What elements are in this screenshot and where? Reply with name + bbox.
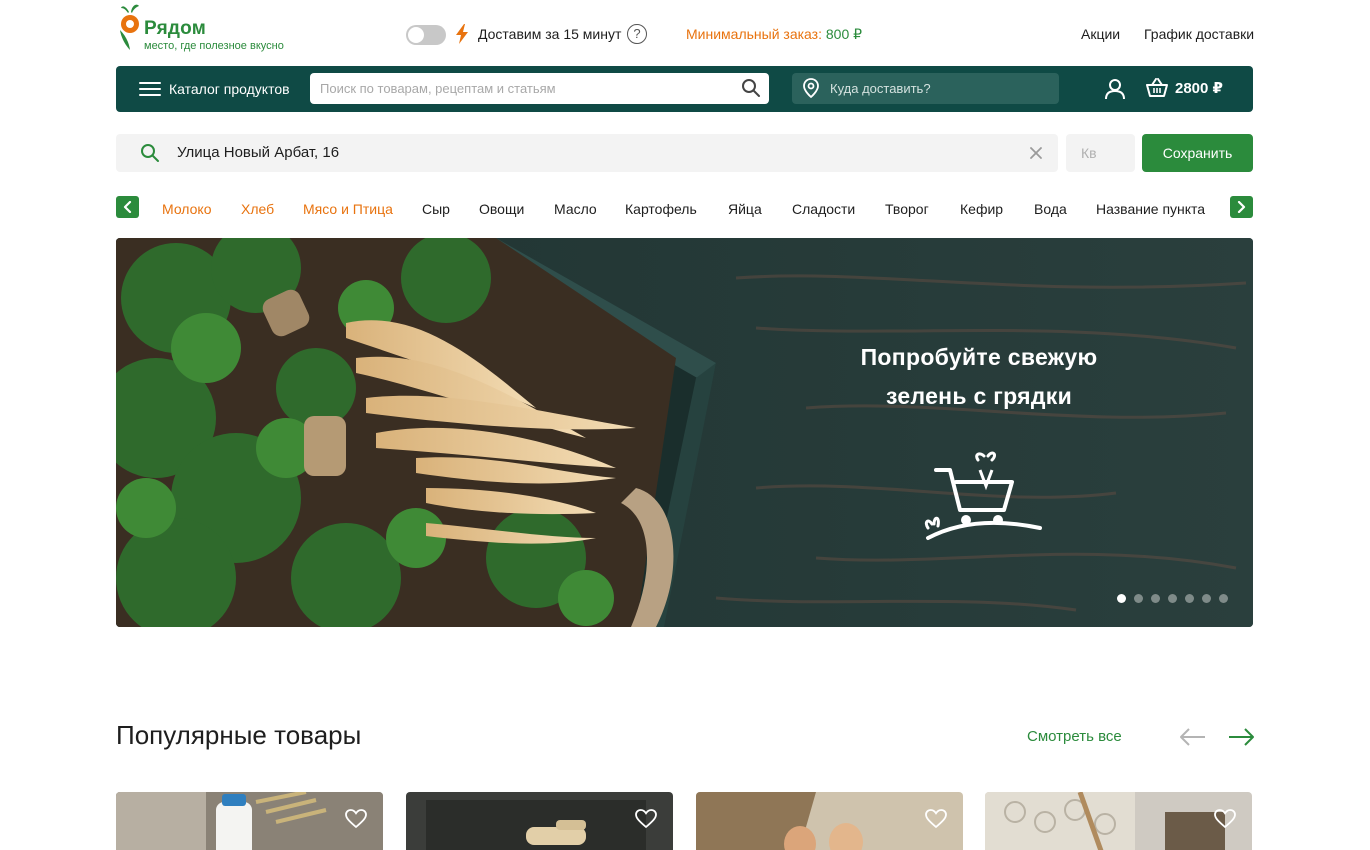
min-order-text: Минимальный заказ: 800 ₽ xyxy=(686,26,862,43)
delivery-address-button[interactable]: Куда доставить? xyxy=(792,73,1059,104)
location-pin-icon xyxy=(803,78,819,98)
delivery-time-text: Доставим за 15 минут xyxy=(478,26,622,42)
slider-dot[interactable] xyxy=(1202,594,1211,603)
categories-next-button[interactable] xyxy=(1230,196,1253,218)
search-box xyxy=(310,73,769,104)
category-item[interactable]: Сладости xyxy=(792,201,855,217)
toggle-knob xyxy=(408,27,424,43)
category-item[interactable]: Творог xyxy=(885,201,929,217)
close-icon[interactable] xyxy=(1028,145,1044,161)
product-card[interactable] xyxy=(406,792,673,850)
street-address-value[interactable]: Улица Новый Арбат, 16 xyxy=(177,144,339,161)
user-icon[interactable] xyxy=(1104,78,1126,100)
category-item[interactable]: Хлеб xyxy=(241,201,274,217)
category-item[interactable]: Кефир xyxy=(960,201,1003,217)
help-icon[interactable]: ? xyxy=(627,24,647,44)
heart-icon[interactable] xyxy=(345,809,367,829)
logo[interactable]: Рядом место, где полезное вкусно xyxy=(116,2,316,54)
product-image xyxy=(116,792,383,850)
slider-dot[interactable] xyxy=(1117,594,1126,603)
arrow-left-icon[interactable] xyxy=(1179,727,1207,747)
apartment-placeholder: Кв xyxy=(1081,145,1097,161)
banner-title-line: зелень с грядки xyxy=(885,383,1073,409)
chevron-left-icon xyxy=(123,201,132,213)
see-all-link[interactable]: Смотреть все xyxy=(1027,728,1122,745)
category-item[interactable]: Молоко xyxy=(162,201,211,217)
category-item[interactable]: Масло xyxy=(554,201,597,217)
heart-icon[interactable] xyxy=(925,809,947,829)
product-image xyxy=(696,792,963,850)
product-image xyxy=(406,792,673,850)
slider-dot[interactable] xyxy=(1219,594,1228,603)
logo-carrot-icon xyxy=(120,4,139,50)
heart-icon[interactable] xyxy=(1214,809,1236,829)
category-item[interactable]: Сыр xyxy=(422,201,450,217)
category-item[interactable]: Мясо и Птица xyxy=(303,201,393,217)
search-icon[interactable] xyxy=(741,78,761,98)
category-item[interactable]: Овощи xyxy=(479,201,524,217)
logo-tagline: место, где полезное вкусно xyxy=(144,40,284,52)
search-input[interactable] xyxy=(320,73,730,104)
basket-icon[interactable] xyxy=(1146,78,1168,98)
section-title: Популярные товары xyxy=(116,720,362,750)
banner-illustration xyxy=(116,238,1253,627)
apartment-field[interactable]: Кв xyxy=(1066,134,1135,172)
shopping-cart-icon xyxy=(924,451,1042,540)
menu-icon[interactable] xyxy=(139,82,161,97)
category-item[interactable]: Название пункта xyxy=(1096,201,1205,217)
slider-dot[interactable] xyxy=(1168,594,1177,603)
search-icon xyxy=(141,144,159,162)
product-card[interactable] xyxy=(696,792,963,850)
arrow-right-icon[interactable] xyxy=(1227,727,1255,747)
banner-title: Попробуйте свежую зелень с грядки xyxy=(816,338,1142,416)
category-item[interactable]: Вода xyxy=(1034,201,1067,217)
slider-dot[interactable] xyxy=(1185,594,1194,603)
main-nav-bar: Каталог продуктов Куда доставить? 2800 ₽ xyxy=(116,66,1253,112)
chevron-right-icon xyxy=(1237,201,1246,213)
product-image xyxy=(985,792,1252,850)
product-card[interactable] xyxy=(116,792,383,850)
save-button[interactable]: Сохранить xyxy=(1142,134,1253,172)
delivery-schedule-link[interactable]: График доставки xyxy=(1144,26,1254,42)
slider-dot[interactable] xyxy=(1151,594,1160,603)
street-address-field[interactable]: Улица Новый Арбат, 16 xyxy=(116,134,1058,172)
slider-dot[interactable] xyxy=(1134,594,1143,603)
logo-name: Рядом xyxy=(144,18,206,39)
promotions-link[interactable]: Акции xyxy=(1081,26,1120,42)
express-delivery-toggle[interactable] xyxy=(406,25,446,45)
banner-title-line: Попробуйте свежую xyxy=(860,344,1098,370)
min-order-label: Минимальный заказ: xyxy=(686,26,822,42)
basket-total[interactable]: 2800 ₽ xyxy=(1175,79,1223,97)
min-order-amount: 800 ₽ xyxy=(825,26,863,42)
categories-prev-button[interactable] xyxy=(116,196,139,218)
category-item[interactable]: Яйца xyxy=(728,201,762,217)
top-bar: Рядом место, где полезное вкусно Достави… xyxy=(116,0,1254,66)
lightning-icon xyxy=(456,24,468,44)
category-item[interactable]: Картофель xyxy=(625,201,697,217)
product-card[interactable] xyxy=(985,792,1252,850)
catalog-button[interactable]: Каталог продуктов xyxy=(169,81,290,97)
heart-icon[interactable] xyxy=(635,809,657,829)
promo-banner[interactable]: Попробуйте свежую зелень с грядки xyxy=(116,238,1253,627)
address-label: Куда доставить? xyxy=(830,81,931,96)
